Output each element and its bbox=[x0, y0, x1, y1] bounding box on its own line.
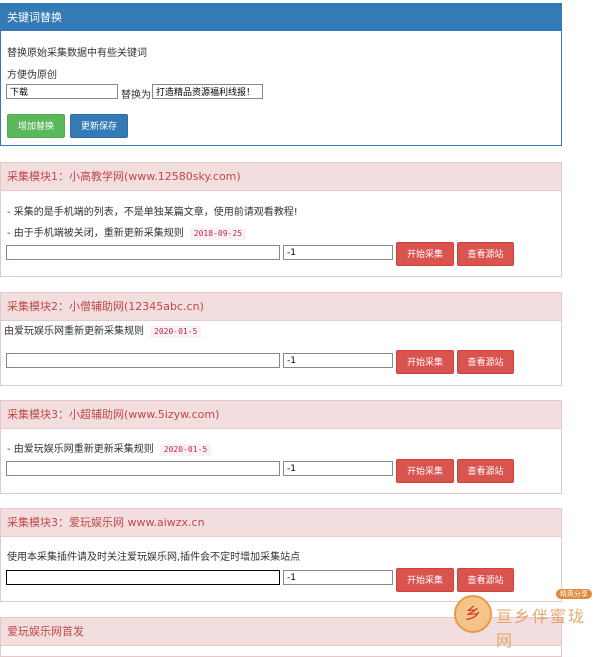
view-source-button[interactable]: 查看源站 bbox=[457, 242, 514, 266]
watermark-text: 亘乡伴蜜珑网 bbox=[496, 607, 587, 650]
start-collect-button[interactable]: 开始采集 bbox=[396, 350, 454, 374]
update-date: 2018-09-25 bbox=[189, 228, 246, 240]
page-count-input[interactable] bbox=[283, 353, 393, 368]
collect-module-2: 采集模块2：小僧辅助网(12345abc.cn) 由爱玩娱乐网重新更新采集规则 2… bbox=[0, 292, 562, 386]
module-note-text: 由爱玩娱乐网重新更新采集规则 bbox=[4, 326, 144, 337]
module-note-text: - 由于手机端被关闭，重新更新采集规则 bbox=[7, 228, 184, 239]
add-replace-button[interactable]: 增加替换 bbox=[7, 114, 65, 138]
find-keyword-input[interactable] bbox=[6, 84, 118, 99]
keyword-desc-2: 方便伪原创 bbox=[7, 70, 57, 81]
collect-module-1: 采集模块1：小高教学网(www.12580sky.com) - 采集的是手机端的… bbox=[0, 162, 562, 277]
keyword-desc-1: 替换原始采集数据中有些关键词 bbox=[7, 48, 147, 59]
keyword-replace-panel: 关键词替换 替换原始采集数据中有些关键词 方便伪原创 替换为 增加替换 更新保存 bbox=[0, 3, 562, 146]
collect-module-4: 采集模块3：爱玩娱乐网 www.aiwzx.cn 使用本采集插件请及时关注爱玩娱… bbox=[0, 508, 562, 602]
watermark-tag: 精英分享 bbox=[556, 589, 592, 599]
page-count-input[interactable] bbox=[283, 570, 393, 585]
page-count-input[interactable] bbox=[283, 245, 393, 260]
collect-url-input[interactable] bbox=[6, 353, 280, 368]
start-collect-button[interactable]: 开始采集 bbox=[396, 568, 454, 592]
replace-with-label: 替换为 bbox=[121, 90, 151, 101]
module-note: - 由爱玩娱乐网重新更新采集规则 2020-01-5 bbox=[7, 440, 212, 456]
module-note: 使用本采集插件请及时关注爱玩娱乐网,插件会不定时增加采集站点 bbox=[7, 552, 301, 563]
module-note: - 由于手机端被关闭，重新更新采集规则 2018-09-25 bbox=[7, 224, 246, 240]
view-source-button[interactable]: 查看源站 bbox=[457, 459, 514, 483]
replace-keyword-input[interactable] bbox=[152, 84, 263, 99]
module-note-text: - 由爱玩娱乐网重新更新采集规则 bbox=[7, 444, 154, 455]
collect-module-3: 采集模块3：小超辅助网(www.5izyw.com) - 由爱玩娱乐网重新更新采… bbox=[0, 400, 562, 494]
save-button[interactable]: 更新保存 bbox=[70, 114, 128, 138]
start-collect-button[interactable]: 开始采集 bbox=[396, 242, 454, 266]
collect-url-input[interactable] bbox=[6, 245, 280, 260]
page-count-input[interactable] bbox=[283, 461, 393, 476]
start-collect-button[interactable]: 开始采集 bbox=[396, 459, 454, 483]
module-note: 由爱玩娱乐网重新更新采集规则 2020-01-5 bbox=[4, 322, 202, 338]
module-title: 采集模块3：爱玩娱乐网 www.aiwzx.cn bbox=[1, 509, 561, 537]
module-title: 采集模块1：小高教学网(www.12580sky.com) bbox=[1, 163, 561, 191]
update-date: 2020-01-5 bbox=[150, 326, 202, 338]
update-date: 2020-01-5 bbox=[159, 444, 212, 456]
module-title: 采集模块3：小超辅助网(www.5izyw.com) bbox=[1, 401, 561, 429]
keyword-panel-title: 关键词替换 bbox=[1, 4, 561, 31]
collect-url-input[interactable] bbox=[6, 570, 280, 585]
view-source-button[interactable]: 查看源站 bbox=[457, 350, 514, 374]
watermark-emblem-icon: 乡 bbox=[454, 595, 492, 633]
module-title: 采集模块2：小僧辅助网(12345abc.cn) bbox=[1, 293, 561, 321]
module-note: - 采集的是手机端的列表，不是单独某篇文章，使用前请观看教程! bbox=[7, 207, 298, 218]
collect-url-input[interactable] bbox=[6, 461, 280, 476]
watermark-logo: 乡 亘乡伴蜜珑网 精英分享 bbox=[452, 589, 600, 650]
